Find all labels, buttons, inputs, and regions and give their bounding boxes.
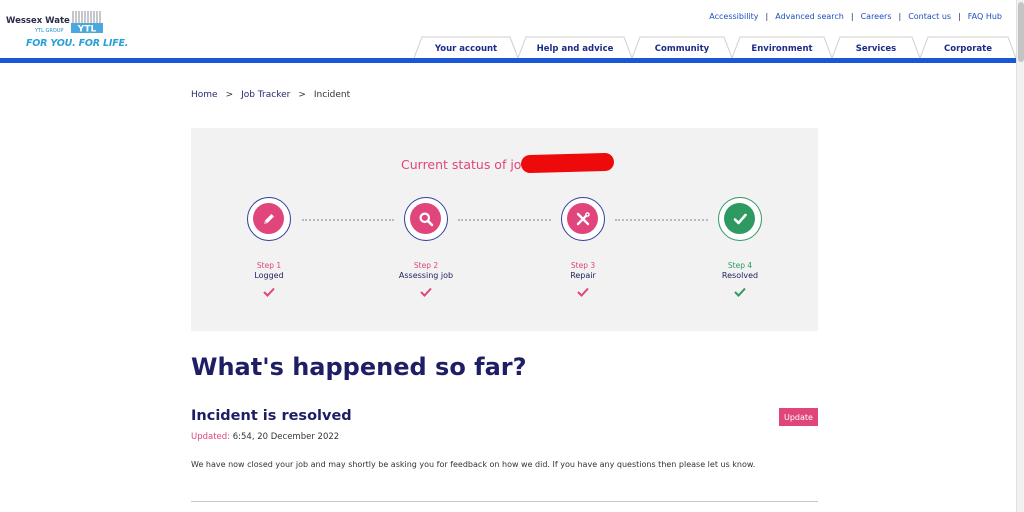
util-link-advanced-search[interactable]: Advanced search xyxy=(775,12,844,21)
step-1-badge xyxy=(247,197,291,241)
util-separator: | xyxy=(850,12,854,21)
util-link-careers[interactable]: Careers xyxy=(861,12,892,21)
step-1-name: Logged xyxy=(254,271,284,280)
utility-links: Accessibility | Advanced search | Career… xyxy=(709,12,1002,21)
history-heading: What's happened so far? xyxy=(191,353,527,381)
page-scrollbar[interactable] xyxy=(1016,0,1024,512)
section-divider xyxy=(191,501,818,502)
step-2-badge xyxy=(404,197,448,241)
util-link-contact-us[interactable]: Contact us xyxy=(908,12,951,21)
nav-tab-label: Your account xyxy=(434,44,498,54)
step-3-check-icon xyxy=(577,287,589,297)
tools-icon xyxy=(576,211,590,225)
step-connector xyxy=(615,219,708,221)
job-status-panel: Current status of job Step 1 Logged Step… xyxy=(191,128,818,331)
step-2-name: Assessing job xyxy=(398,271,454,280)
step-3-number: Step 3 xyxy=(570,261,596,270)
brand-group: YTL GROUP xyxy=(35,28,64,34)
nav-tab-community[interactable]: Community xyxy=(632,36,732,58)
step-4-badge xyxy=(718,197,762,241)
ytl-mark: YTL xyxy=(77,25,97,35)
util-link-faq-hub[interactable]: FAQ Hub xyxy=(968,12,1002,21)
step-2-number: Step 2 xyxy=(413,261,439,270)
breadcrumb-current: Incident xyxy=(313,90,351,100)
nav-tab-your-account[interactable]: Your account xyxy=(414,36,518,58)
nav-tab-help-and-advice[interactable]: Help and advice xyxy=(518,36,632,58)
step-2-check-icon xyxy=(420,287,432,297)
entry-updated: Updated: 6:54, 20 December 2022 xyxy=(191,432,339,442)
main-nav: Your account Help and advice Community E… xyxy=(414,36,1016,58)
step-1-check-icon xyxy=(263,287,275,297)
site-header: Wessex Water YTL GROUP FOR YOU. FOR LIFE… xyxy=(0,0,1016,64)
updated-label: Updated: xyxy=(191,432,231,442)
step-connector xyxy=(458,219,551,221)
nav-tab-label: Corporate xyxy=(944,44,992,54)
nav-tab-environment[interactable]: Environment xyxy=(732,36,832,58)
brand-name: Wessex Water xyxy=(6,16,74,26)
breadcrumb-job-tracker[interactable]: Job Tracker xyxy=(241,90,290,100)
nav-tab-services[interactable]: Services xyxy=(832,36,920,58)
util-separator: | xyxy=(958,12,961,21)
breadcrumb-separator: > xyxy=(225,90,234,100)
status-steps: Step 1 Logged Step 2 Assessing job Step … xyxy=(191,128,818,331)
brand-tagline: FOR YOU. FOR LIFE. xyxy=(26,38,129,49)
step-connector xyxy=(302,219,394,221)
util-separator: | xyxy=(898,12,902,21)
step-1-number: Step 1 xyxy=(256,261,282,270)
entry-body: We have now closed your job and may shor… xyxy=(191,460,756,469)
util-link-accessibility[interactable]: Accessibility xyxy=(709,12,758,21)
nav-underline xyxy=(0,58,1016,63)
breadcrumb-separator: > xyxy=(298,90,306,100)
pencil-icon xyxy=(263,213,274,224)
nav-tab-label: Environment xyxy=(751,44,813,54)
check-icon xyxy=(733,213,747,224)
nav-tab-label: Community xyxy=(654,44,710,54)
magnifier-icon xyxy=(419,212,433,226)
nav-tab-corporate[interactable]: Corporate xyxy=(920,36,1016,58)
step-4-name: Resolved xyxy=(721,271,759,280)
update-button[interactable]: Update xyxy=(779,408,818,426)
nav-tab-label: Help and advice xyxy=(536,44,614,54)
nav-tab-label: Services xyxy=(855,44,897,54)
ytl-logo-icon: YTL xyxy=(70,10,104,34)
brand-logo[interactable]: Wessex Water YTL GROUP FOR YOU. FOR LIFE… xyxy=(6,10,128,52)
step-4-number: Step 4 xyxy=(727,261,753,270)
step-3-badge xyxy=(561,197,605,241)
scrollbar-thumb[interactable] xyxy=(1018,2,1024,62)
step-4-check-icon xyxy=(734,287,746,297)
entry-title: Incident is resolved xyxy=(191,408,352,424)
breadcrumb-home[interactable]: Home xyxy=(191,90,218,100)
breadcrumb: Home > Job Tracker > Incident xyxy=(191,90,350,100)
page: Wessex Water YTL GROUP FOR YOU. FOR LIFE… xyxy=(0,0,1024,512)
step-3-name: Repair xyxy=(570,271,596,280)
util-separator: | xyxy=(765,12,769,21)
updated-value: 6:54, 20 December 2022 xyxy=(232,432,340,442)
